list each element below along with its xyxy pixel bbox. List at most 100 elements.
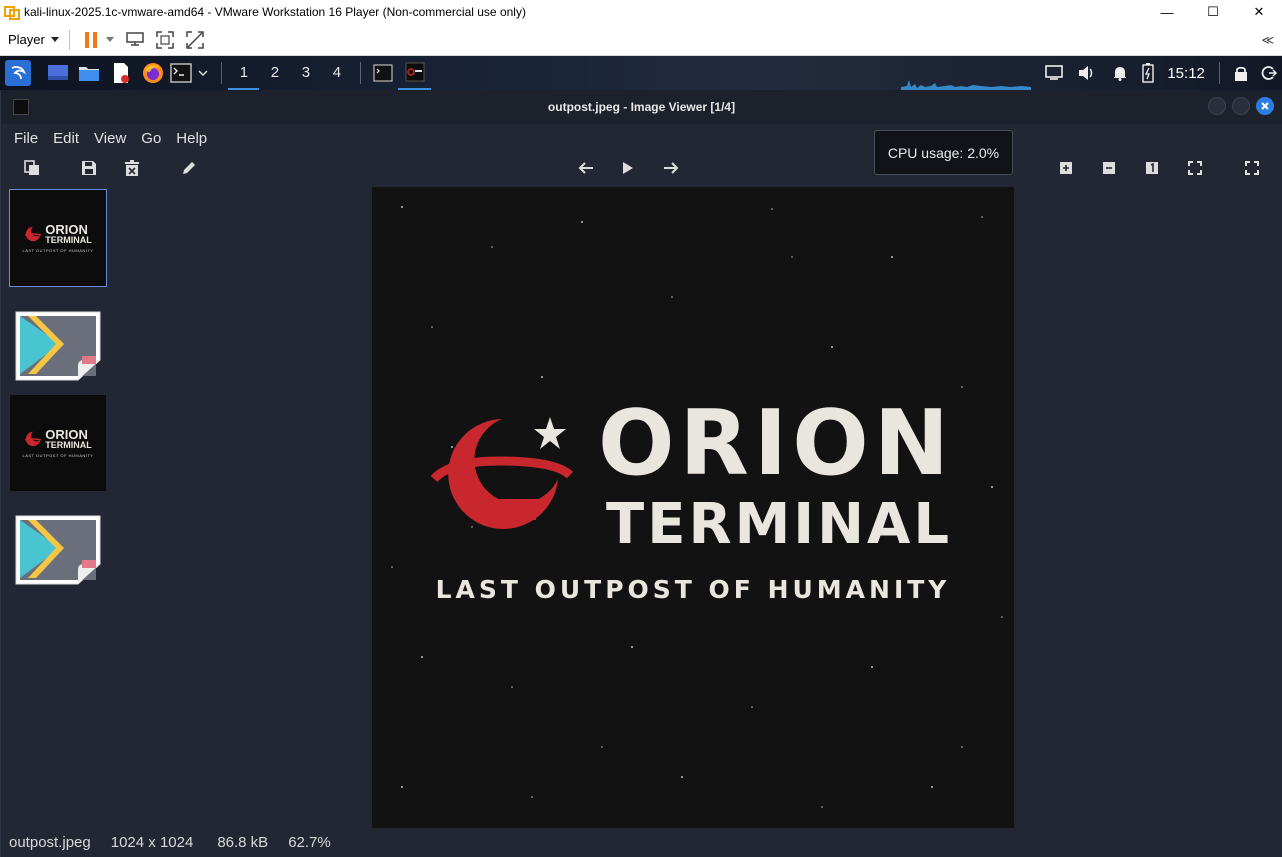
power-indicator[interactable] — [1136, 56, 1159, 90]
viewer-maximize-button[interactable] — [1232, 97, 1250, 115]
speaker-icon — [1078, 66, 1092, 80]
play-icon — [623, 162, 633, 174]
file-manager-launcher[interactable] — [74, 56, 105, 90]
cpu-graph-icon — [901, 80, 1032, 90]
notifications-indicator[interactable] — [1103, 56, 1136, 90]
fit-guest-button[interactable] — [154, 29, 176, 51]
cpu-usage-tooltip: CPU usage: 2.0% — [874, 130, 1013, 175]
zoom-out-button[interactable] — [1098, 157, 1120, 179]
fullscreen-icon — [1245, 161, 1259, 175]
image-canvas[interactable]: ORION TERMINAL LAST OUTPOST OF HUMANITY — [372, 187, 1014, 829]
player-menu-label: Player — [8, 32, 45, 47]
zoom-fit-button[interactable] — [1184, 157, 1206, 179]
viewer-titlebar[interactable]: outpost.jpeg - Image Viewer [1/4] — [1, 90, 1282, 124]
viewer-window-controls — [1208, 97, 1274, 115]
send-ctrl-alt-del-button[interactable] — [124, 29, 146, 51]
volume-indicator[interactable] — [1070, 56, 1103, 90]
maximize-button[interactable]: ☐ — [1190, 0, 1236, 24]
fit-screen-icon — [156, 30, 174, 49]
orion-logo-icon — [24, 431, 42, 447]
workspace-3[interactable]: 3 — [290, 56, 321, 90]
panel-divider — [221, 62, 223, 84]
status-filesize: 86.8 kB — [217, 834, 269, 851]
menu-help[interactable]: Help — [176, 130, 207, 147]
minimize-button[interactable]: — — [1144, 0, 1190, 24]
orion-logo-icon — [24, 226, 42, 242]
kali-menu-button[interactable] — [2, 56, 35, 90]
copy-icon — [24, 160, 39, 175]
lock-icon — [1235, 66, 1248, 81]
slideshow-button[interactable] — [617, 157, 639, 179]
edit-button[interactable] — [178, 157, 200, 179]
viewer-statusbar: outpost.jpeg 1024 x 1024 86.8 kB 62.7% — [1, 828, 1282, 857]
terminal-launcher-dropdown[interactable] — [194, 56, 211, 90]
workspace-2[interactable]: 2 — [259, 56, 290, 90]
session-menu-button[interactable] — [1257, 56, 1282, 90]
terminal-icon — [170, 63, 193, 83]
network-indicator[interactable] — [1037, 56, 1070, 90]
zoom-original-icon — [1146, 162, 1158, 174]
delete-button[interactable] — [121, 157, 143, 179]
logout-icon — [1262, 66, 1278, 80]
viewer-minimize-button[interactable] — [1208, 97, 1226, 115]
viewer-menubar: File Edit View Go Help — [1, 124, 1282, 152]
thumbnail-logo-image: ORION TERMINAL LAST OUTPOST OF HUMANITY — [10, 395, 106, 491]
toolbar-divider — [68, 29, 70, 50]
network-computer-icon — [126, 31, 144, 46]
workspace-1[interactable]: 1 — [228, 56, 260, 90]
next-button[interactable] — [660, 157, 682, 179]
top-panel: 1 2 3 4 15:12 — [0, 56, 1282, 90]
panel-divider — [1218, 62, 1220, 84]
pause-dropdown[interactable] — [104, 29, 116, 51]
unity-button[interactable] — [184, 29, 206, 51]
close-button[interactable]: ✕ — [1236, 0, 1282, 24]
lock-screen-button[interactable] — [1226, 56, 1257, 90]
show-desktop-button[interactable] — [43, 56, 74, 90]
guest-desktop: 1 2 3 4 15:12 outpost.jpeg - Image Viewe… — [0, 56, 1282, 857]
thumbnail-item[interactable] — [9, 501, 107, 599]
terminal-launcher[interactable] — [169, 56, 194, 90]
viewer-title: outpost.jpeg - Image Viewer [1/4] — [547, 100, 736, 114]
chevron-down-icon — [198, 70, 208, 76]
viewer-close-button[interactable] — [1256, 97, 1274, 115]
vmware-window-title: kali-linux-2025.1c-vmware-amd64 - VMware… — [24, 5, 526, 19]
firefox-launcher[interactable] — [138, 56, 169, 90]
menu-edit[interactable]: Edit — [53, 130, 79, 147]
zoom-100-button[interactable] — [1141, 157, 1163, 179]
pause-button[interactable] — [80, 29, 102, 51]
zoom-out-icon — [1103, 162, 1115, 174]
thumbnail-line2: TERMINAL — [45, 235, 92, 245]
thumbnail-tagline: LAST OUTPOST OF HUMANITY — [22, 248, 94, 253]
status-zoom: 62.7% — [288, 834, 331, 851]
zoom-fit-icon — [1188, 161, 1202, 175]
collapse-toolbar-button[interactable]: ≪ — [1261, 33, 1274, 47]
previous-button[interactable] — [575, 157, 597, 179]
save-button[interactable] — [78, 157, 100, 179]
cpu-graph[interactable] — [901, 56, 1032, 90]
menu-view[interactable]: View — [94, 130, 126, 147]
image-tagline: LAST OUTPOST OF HUMANITY — [435, 575, 951, 604]
fullscreen-button[interactable] — [1241, 157, 1263, 179]
zoom-in-button[interactable] — [1055, 157, 1077, 179]
player-menu[interactable]: Player — [8, 32, 59, 47]
image-line1: ORION — [598, 391, 955, 496]
pencil-icon — [183, 162, 195, 174]
menu-file[interactable]: File — [14, 130, 38, 147]
thumbnail-item[interactable] — [9, 297, 107, 395]
clock[interactable]: 15:12 — [1167, 65, 1205, 82]
network-icon — [1044, 65, 1063, 80]
workspace-4[interactable]: 4 — [321, 56, 352, 90]
menu-go[interactable]: Go — [141, 130, 161, 147]
terminal-icon — [373, 64, 393, 82]
save-icon — [82, 161, 96, 175]
taskbar-terminal-window[interactable] — [367, 56, 398, 90]
taskbar-image-viewer-window[interactable] — [398, 56, 432, 90]
thumbnail-item[interactable]: ORION TERMINAL LAST OUTPOST OF HUMANITY — [9, 189, 107, 287]
viewer-app-icon — [13, 99, 29, 115]
folder-icon — [79, 67, 100, 81]
vmware-toolbar: Player ≪ — [0, 24, 1282, 56]
thumbnail-item[interactable]: ORION TERMINAL LAST OUTPOST OF HUMANITY — [9, 394, 107, 492]
caret-down-icon — [105, 36, 114, 42]
open-button[interactable] — [21, 157, 43, 179]
text-editor-launcher[interactable] — [105, 56, 138, 90]
